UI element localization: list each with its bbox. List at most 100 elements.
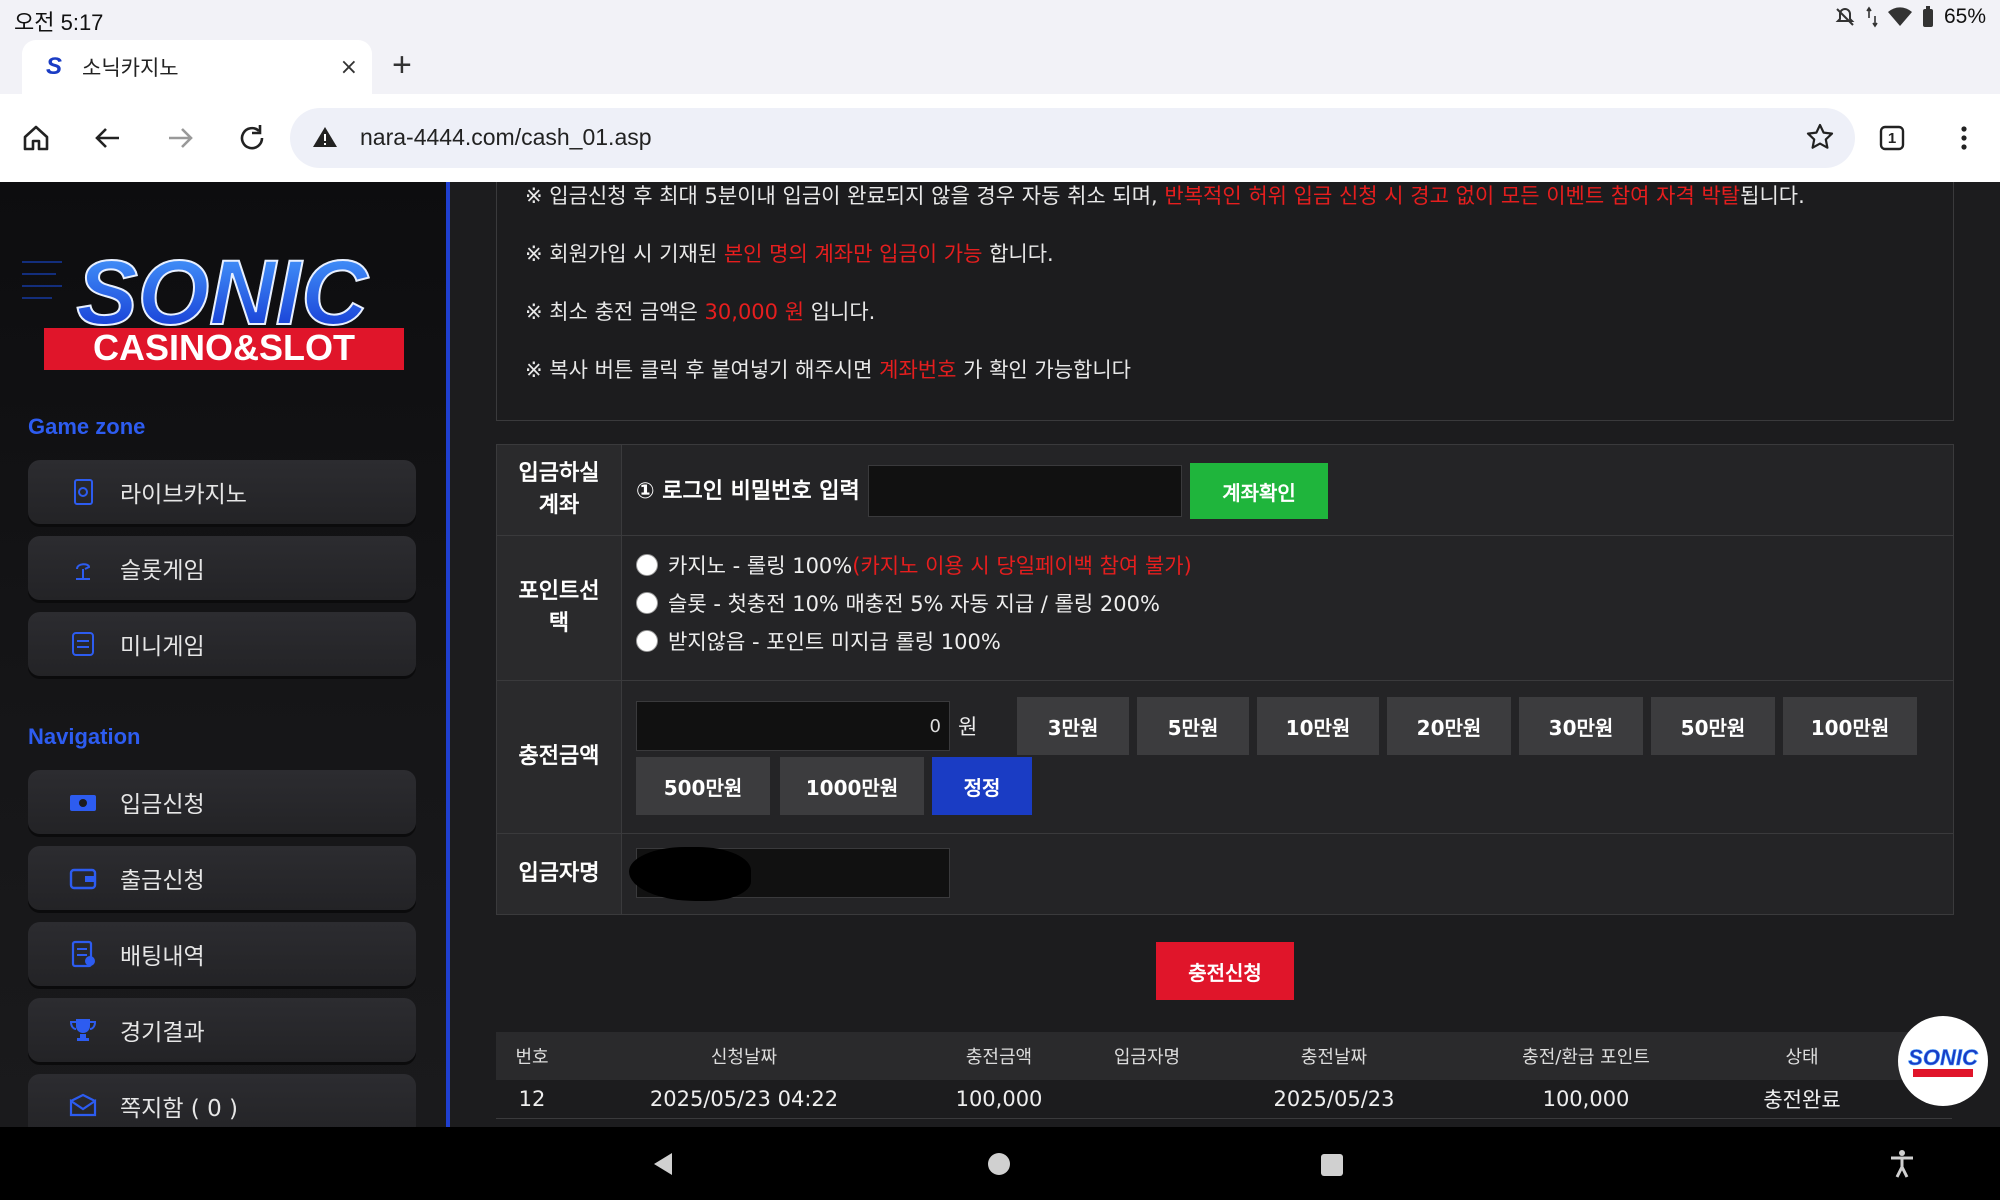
submit-charge-button[interactable]: 충전신청 (1156, 942, 1294, 1000)
forward-icon[interactable] (158, 116, 202, 160)
account-row: 입금하실 계좌 ① 로그인 비밀번호 입력 계좌확인 (497, 445, 1953, 536)
nav-home-icon[interactable] (987, 1152, 1011, 1180)
tab-title: 소닉카지노 (82, 56, 179, 80)
navigation-title: Navigation (28, 724, 141, 749)
browser-tab[interactable]: S 소닉카지노 × (22, 40, 372, 94)
status-time: 오전 5:17 (14, 10, 104, 35)
system-nav-bar (0, 1127, 2000, 1200)
back-icon[interactable] (86, 116, 130, 160)
amount-50000-button[interactable]: 5만원 (1137, 697, 1249, 755)
status-bar: 오전 5:17 65% (0, 0, 2000, 36)
account-label: 입금하실 계좌 (497, 445, 622, 535)
more-menu-icon[interactable] (1942, 116, 1986, 160)
trophy-icon (66, 1013, 100, 1047)
point-option-casino[interactable]: 카지노 - 롤링 100% (카지노 이용 시 당일페이백 참여 불가) (636, 550, 1192, 580)
data-arrows-icon (1866, 6, 1878, 28)
sidebar-item-match-results[interactable]: 경기결과 (28, 998, 416, 1062)
browser-toolbar: nara-4444.com/cash_01.asp 1 (0, 94, 2000, 182)
nav-back-icon[interactable] (650, 1151, 676, 1181)
history-icon (66, 937, 100, 971)
tab-count: 1 (1887, 129, 1897, 147)
radio-button[interactable] (636, 630, 658, 652)
sidebar-item-label: 슬롯게임 (120, 558, 205, 584)
correct-button[interactable]: 정정 (932, 757, 1032, 815)
depositor-input[interactable] (629, 847, 950, 901)
tab-strip: S 소닉카지노 × + (0, 36, 2000, 94)
amount-input[interactable]: 0 (636, 701, 950, 751)
logo-casino-text: CASINO&SLOT (93, 327, 355, 368)
point-row: 포인트선 택 카지노 - 롤링 100% (카지노 이용 시 당일페이백 참여 불… (497, 536, 1953, 681)
point-option-slot[interactable]: 슬롯 - 첫충전 10% 매충전 5% 자동 지급 / 롤링 200% (636, 588, 1160, 618)
sidebar-item-label: 경기결과 (120, 1020, 205, 1046)
url-text[interactable]: nara-4444.com/cash_01.asp (360, 124, 652, 151)
password-input[interactable] (868, 465, 1182, 517)
game-zone-title: Game zone (28, 414, 146, 439)
point-label: 포인트선 택 (497, 536, 622, 680)
column-header: 충전/환급 포인트 (1522, 1047, 1650, 1068)
deposit-form: 입금하실 계좌 ① 로그인 비밀번호 입력 계좌확인 포인트선 택 카지노 - 롤링… (496, 444, 1954, 915)
home-icon[interactable] (14, 116, 58, 160)
column-header: 충전금액 (965, 1047, 1033, 1068)
sidebar-item-mini-game[interactable]: 미니게임 (28, 612, 416, 676)
sidebar: SONIC CASINO&SLOT Game zone 라이브카지노 슬롯게임 … (0, 182, 450, 1138)
sidebar-item-label: 입금신청 (120, 792, 205, 818)
mini-game-icon (66, 627, 100, 661)
floating-logo-button[interactable]: SONIC (1898, 1016, 1988, 1106)
sidebar-item-withdraw[interactable]: 출금신청 (28, 846, 416, 910)
amount-5000000-button[interactable]: 500만원 (636, 757, 770, 815)
sidebar-item-live-casino[interactable]: 라이브카지노 (28, 460, 416, 524)
accessibility-icon[interactable] (1888, 1149, 1916, 1183)
slot-icon (66, 551, 100, 585)
redacted-mark (629, 847, 751, 901)
depositor-label: 입금자명 (497, 834, 622, 914)
svg-text:SONIC: SONIC (1908, 1045, 1979, 1070)
column-header: 상태 (1785, 1047, 1819, 1068)
amount-200000-button[interactable]: 20만원 (1387, 697, 1511, 755)
wallet-icon (66, 861, 100, 895)
notice-line: ※ 복사 버튼 클릭 후 붙여넣기 해주시면 계좌번호 가 확인 가능합니다 (525, 358, 1131, 382)
depositor-row: 입금자명 (497, 834, 1953, 914)
amount-10000000-button[interactable]: 1000만원 (780, 757, 924, 815)
notice-line: ※ 입금신청 후 최대 5분이내 입금이 완료되지 않을 경우 자동 취소 되며… (525, 184, 1805, 208)
favicon-icon: S (45, 53, 62, 80)
amount-100000-button[interactable]: 10만원 (1257, 697, 1379, 755)
sidebar-item-slot[interactable]: 슬롯게임 (28, 536, 416, 600)
site-logo[interactable]: SONIC CASINO&SLOT (22, 232, 422, 382)
sidebar-item-bet-history[interactable]: 배팅내역 (28, 922, 416, 986)
column-header: 번호 (515, 1047, 549, 1068)
nav-recents-icon[interactable] (1320, 1153, 1344, 1181)
sidebar-item-deposit[interactable]: 입금신청 (28, 770, 416, 834)
deposit-icon (66, 785, 100, 819)
new-tab-button[interactable]: + (392, 46, 412, 85)
amount-300000-button[interactable]: 30만원 (1519, 697, 1643, 755)
table-row[interactable]: 12 2025/05/23 04:22 100,000 2025/05/23 1… (496, 1080, 1952, 1119)
column-header: 신청날짜 (710, 1047, 778, 1068)
history-table: 번호 신청날짜 충전금액 입금자명 충전날짜 충전/환급 포인트 상태 12 2… (496, 1032, 1952, 1119)
bookmark-star-icon[interactable] (1805, 122, 1835, 156)
status-icons: 65% (1834, 5, 1986, 29)
point-option-none[interactable]: 받지않음 - 포인트 미지급 롤링 100% (636, 626, 1001, 656)
battery-percent: 65% (1943, 5, 1986, 28)
account-check-button[interactable]: 계좌확인 (1190, 463, 1328, 519)
sidebar-item-label: 배팅내역 (120, 944, 205, 970)
close-tab-icon[interactable]: × (340, 55, 358, 80)
tab-switcher-button[interactable]: 1 (1870, 116, 1914, 160)
not-secure-icon[interactable] (312, 124, 338, 154)
amount-30000-button[interactable]: 3만원 (1017, 697, 1129, 755)
radio-button[interactable] (636, 554, 658, 576)
history-header: 번호 신청날짜 충전금액 입금자명 충전날짜 충전/환급 포인트 상태 (496, 1032, 1952, 1080)
reload-icon[interactable] (230, 116, 274, 160)
wifi-icon (1887, 7, 1912, 27)
notice-line: ※ 회원가입 시 기재된 본인 명의 계좌만 입금이 가능 합니다. (525, 242, 1054, 266)
amount-value: 0 (929, 716, 941, 737)
amount-row: 충전금액 0 원 3만원 5만원 10만원 20만원 30만원 50만원 100… (497, 681, 1953, 834)
address-bar[interactable]: nara-4444.com/cash_01.asp (290, 108, 1855, 168)
radio-button[interactable] (636, 592, 658, 614)
amount-500000-button[interactable]: 50만원 (1651, 697, 1775, 755)
column-header: 입금자명 (1113, 1047, 1181, 1068)
sidebar-item-label: 출금신청 (120, 868, 205, 894)
amount-1000000-button[interactable]: 100만원 (1783, 697, 1917, 755)
main-content: ※ 입금신청 후 최대 5분이내 입금이 완료되지 않을 경우 자동 취소 되며… (450, 182, 2000, 1127)
password-prompt: ① 로그인 비밀번호 입력 (636, 479, 860, 504)
sidebar-item-label: 쪽지함 ( 0 ) (120, 1096, 238, 1122)
